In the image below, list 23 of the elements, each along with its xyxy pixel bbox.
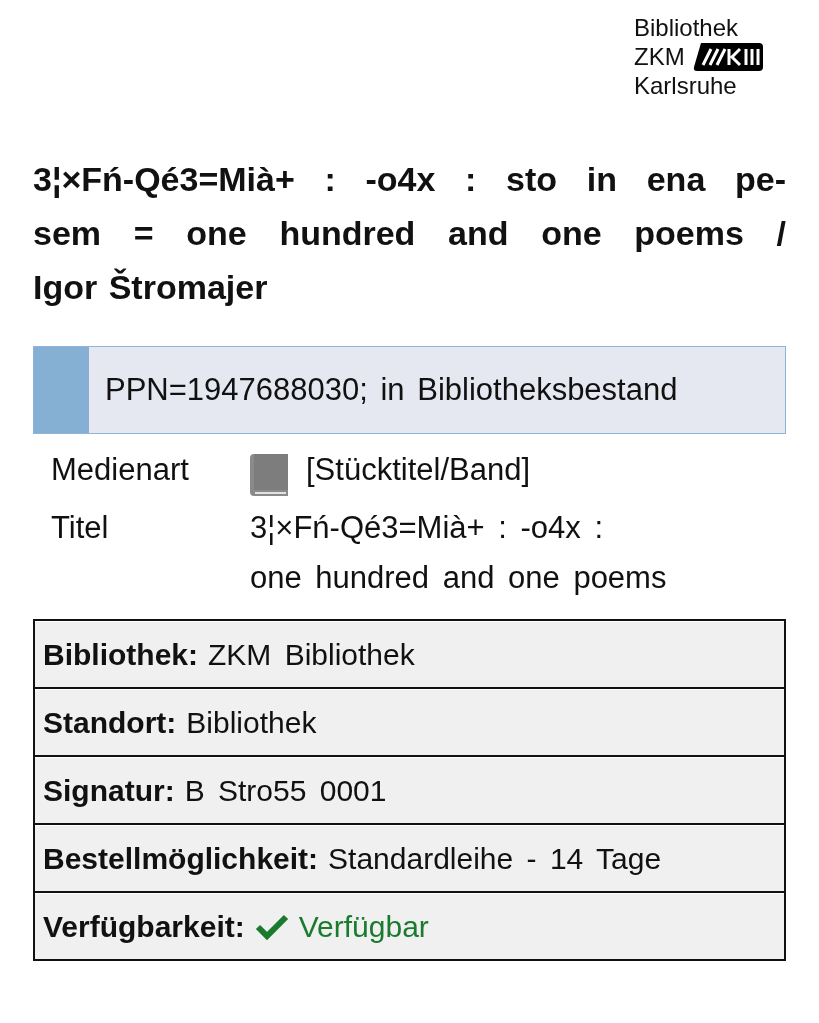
record-id-text: PPN=1947688030; in Bibliotheksbestand [105, 372, 678, 408]
detail-value: [Stücktitel/Band] [306, 451, 530, 489]
detail-label: Medienart [51, 452, 190, 489]
checkmark-icon [254, 913, 289, 940]
holding-value: Verfügbar [298, 909, 429, 944]
logo-icon [692, 42, 763, 72]
holding-label: Bibliothek: [43, 637, 198, 672]
detail-label: Titel [51, 510, 110, 547]
logo-text: Bibliothek [634, 14, 739, 42]
holding-label: Standort: [43, 705, 177, 740]
holding-label: Signatur: [43, 773, 175, 808]
logo-text: Karlsruhe [634, 72, 737, 100]
detail-value: 3¦×Fń-Qé3=Mià+ : -o4x : [250, 509, 605, 547]
book-icon [250, 454, 288, 496]
holding-value: ZKM Bibliothek [208, 637, 415, 672]
holding-label: Verfügbarkeit: [43, 909, 245, 944]
detail-value: one hundred and one poems [250, 559, 667, 597]
holding-value: Bibliothek [186, 705, 317, 740]
holding-value: Standardleihe - 14 Tage [328, 841, 662, 876]
holding-label: Bestellmöglichkeit: [43, 841, 319, 876]
logo-text: ZKM [634, 43, 685, 71]
record-title: 3¦×Fń-Qé3=Mià+ : -o4x : sto in ena pe- sem = one hundred and one poems / Igor Štromajer [33, 159, 786, 308]
holding-value: B Stro55 0001 [184, 773, 387, 808]
